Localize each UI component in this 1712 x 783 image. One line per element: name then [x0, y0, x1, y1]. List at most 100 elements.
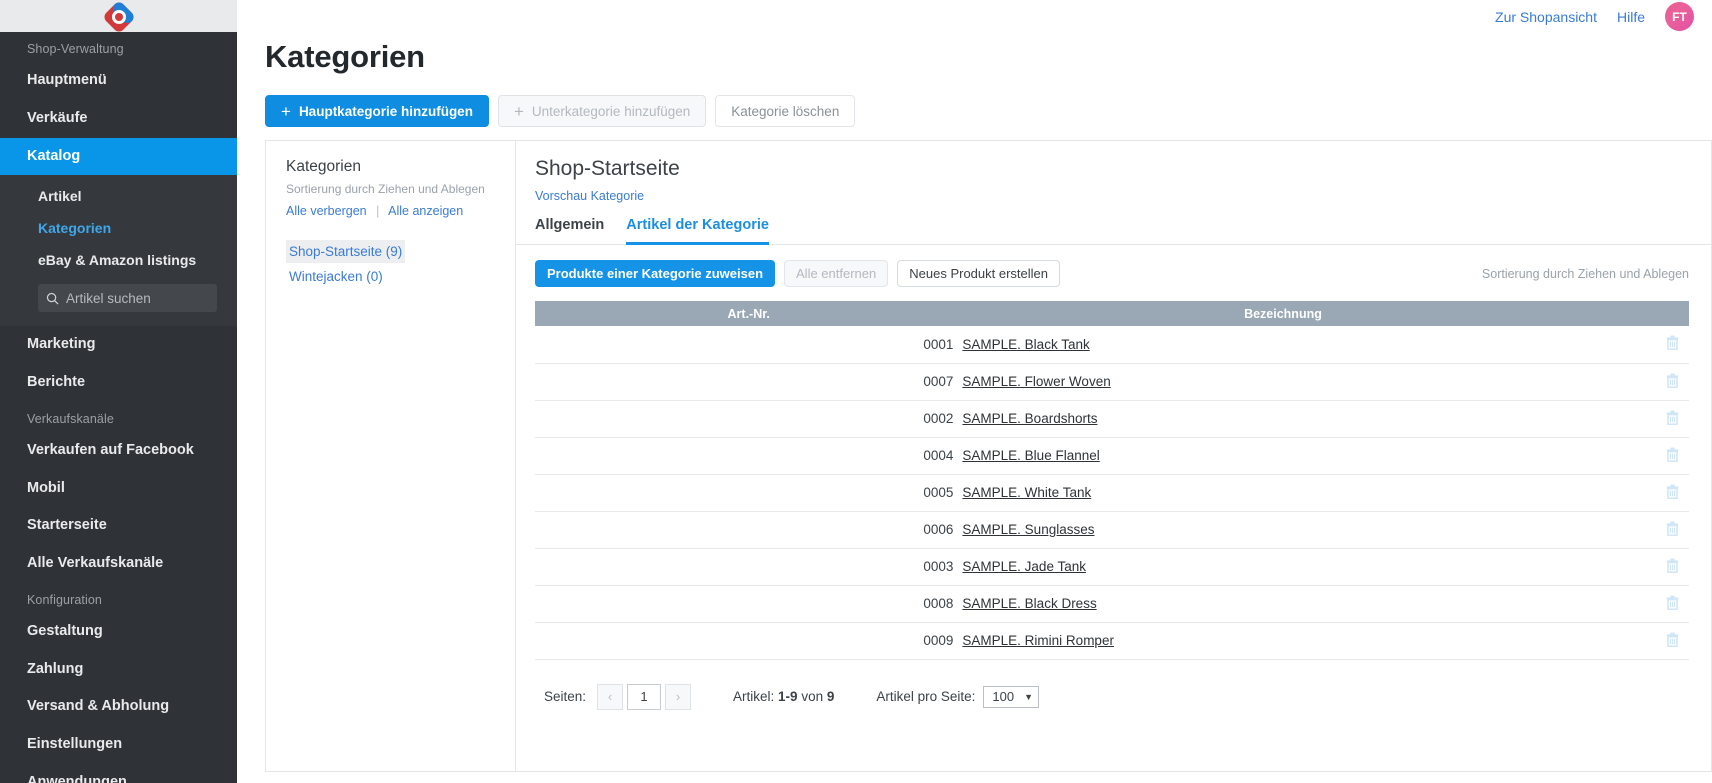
category-node-wintejacken[interactable]: Wintejacken (0) — [286, 265, 386, 288]
trash-icon[interactable] — [1666, 558, 1679, 576]
per-page-select[interactable]: 100 ▼ — [983, 685, 1040, 708]
trash-icon[interactable] — [1666, 484, 1679, 502]
trash-icon[interactable] — [1666, 410, 1679, 428]
cell-bezeichnung: SAMPLE. Jade Tank — [962, 548, 1604, 586]
product-link[interactable]: SAMPLE. Jade Tank — [962, 559, 1086, 574]
add-main-category-label: Hauptkategorie hinzufügen — [298, 103, 473, 119]
trash-icon[interactable] — [1666, 447, 1679, 465]
sidebar-item-katalog[interactable]: Katalog — [0, 137, 237, 176]
current-page-input[interactable]: 1 — [627, 683, 662, 710]
help-link[interactable]: Hilfe — [1617, 9, 1645, 25]
cell-bezeichnung: SAMPLE. Black Dress — [962, 585, 1604, 623]
products-table: Art.-Nr. Bezeichnung 0001 SAMPLE. Black T… — [535, 301, 1689, 660]
product-link[interactable]: SAMPLE. Boardshorts — [962, 411, 1097, 426]
cell-bezeichnung: SAMPLE. Rimini Romper — [962, 622, 1604, 660]
trash-icon[interactable] — [1666, 632, 1679, 650]
sidebar-item-mobil[interactable]: Mobil — [0, 470, 237, 508]
app-root: Shop-Verwaltung Hauptmenü Verkäufe Katal… — [0, 0, 1712, 783]
link-separator: | — [376, 204, 380, 218]
items-info-prefix: Artikel: — [733, 689, 779, 704]
sidebar-item-berichte[interactable]: Berichte — [0, 364, 237, 402]
plus-icon-disabled: + — [513, 101, 524, 121]
trash-icon[interactable] — [1666, 335, 1679, 353]
app-logo[interactable] — [104, 2, 134, 32]
trash-icon[interactable] — [1666, 595, 1679, 613]
cell-artnr: 0008 — [535, 585, 963, 623]
items-info-range: 1-9 — [778, 689, 798, 704]
search-input[interactable] — [66, 290, 209, 306]
cell-bezeichnung: SAMPLE. White Tank — [962, 474, 1604, 512]
next-page-button[interactable]: › — [665, 683, 692, 710]
chevron-down-icon: ▼ — [1024, 691, 1034, 702]
assign-products-button[interactable]: Produkte einer Kategorie zuweisen — [535, 260, 776, 287]
new-product-button[interactable]: Neues Produkt erstellen — [897, 260, 1060, 287]
sidebar-item-verkaeufe[interactable]: Verkäufe — [0, 100, 237, 138]
page-title: Kategorien — [265, 39, 425, 74]
sidebar-item-kategorien[interactable]: Kategorien — [0, 212, 237, 244]
table-row[interactable]: 0001 SAMPLE. Black Tank — [535, 326, 1689, 364]
table-row[interactable]: 0009 SAMPLE. Rimini Romper — [535, 622, 1689, 660]
trash-icon[interactable] — [1666, 373, 1679, 391]
table-row[interactable]: 0006 SAMPLE. Sunglasses — [535, 511, 1689, 549]
sidebar-item-zahlung[interactable]: Zahlung — [0, 651, 237, 689]
product-link[interactable]: SAMPLE. Blue Flannel — [962, 448, 1099, 463]
table-row[interactable]: 0008 SAMPLE. Black Dress — [535, 585, 1689, 623]
product-link[interactable]: SAMPLE. Black Tank — [962, 337, 1089, 352]
show-all-link[interactable]: Alle anzeigen — [388, 204, 463, 218]
sidebar-item-versand-abholung[interactable]: Versand & Abholung — [0, 688, 237, 726]
preview-category-link[interactable]: Vorschau Kategorie — [535, 181, 1711, 203]
table-row[interactable]: 0002 SAMPLE. Boardshorts — [535, 400, 1689, 438]
product-link[interactable]: SAMPLE. Rimini Romper — [962, 633, 1114, 648]
tab-allgemein[interactable]: Allgemein — [535, 217, 604, 245]
sort-hint: Sortierung durch Ziehen und Ablegen — [1481, 266, 1689, 281]
product-link[interactable]: SAMPLE. White Tank — [962, 485, 1091, 500]
sidebar-item-marketing[interactable]: Marketing — [0, 326, 237, 364]
product-link[interactable]: SAMPLE. Flower Woven — [962, 374, 1110, 389]
tab-artikel-der-kategorie[interactable]: Artikel der Kategorie — [626, 217, 769, 245]
sidebar-item-artikel[interactable]: Artikel — [0, 180, 237, 212]
add-main-category-button[interactable]: + Hauptkategorie hinzufügen — [265, 95, 489, 127]
sidebar-item-anwendungen[interactable]: Anwendungen — [0, 764, 237, 783]
cell-bezeichnung: SAMPLE. Boardshorts — [962, 400, 1604, 438]
sidebar-item-gestaltung[interactable]: Gestaltung — [0, 613, 237, 651]
category-panel-subtitle: Sortierung durch Ziehen und Ablegen — [286, 182, 485, 196]
avatar[interactable]: FT — [1665, 2, 1694, 31]
sidebar-item-einstellungen[interactable]: Einstellungen — [0, 726, 237, 764]
cell-artnr: 0007 — [535, 363, 963, 401]
sidebar-item-starterseite[interactable]: Starterseite — [0, 507, 237, 545]
detail-header: Shop-Startseite Vorschau Kategorie — [516, 141, 1711, 203]
cell-artnr: 0006 — [535, 511, 963, 549]
sidebar-item-verkaufen-auf-facebook[interactable]: Verkaufen auf Facebook — [0, 432, 237, 470]
delete-category-button[interactable]: Kategorie löschen — [715, 95, 856, 127]
detail-title: Shop-Startseite — [535, 157, 680, 180]
cell-artnr: 0002 — [535, 400, 963, 438]
sidebar-item-ebay-amazon-listings[interactable]: eBay & Amazon listings — [0, 244, 237, 276]
sidebar-item-alle-verkaufskanaele[interactable]: Alle Verkaufskanäle — [0, 545, 237, 583]
category-panel-links: Alle verbergen | Alle anzeigen — [286, 204, 499, 218]
cell-bezeichnung: SAMPLE. Blue Flannel — [962, 437, 1604, 475]
trash-icon[interactable] — [1666, 521, 1679, 539]
cell-artnr: 0003 — [535, 548, 963, 586]
add-sub-category-button[interactable]: + Unterkategorie hinzufügen — [497, 95, 707, 127]
hide-all-link[interactable]: Alle verbergen — [286, 204, 367, 218]
products-table-head: Art.-Nr. Bezeichnung — [535, 301, 1689, 326]
shop-view-link[interactable]: Zur Shopansicht — [1495, 9, 1597, 25]
sidebar-item-hauptmenue[interactable]: Hauptmenü — [0, 62, 237, 100]
category-node-shop-startseite[interactable]: Shop-Startseite (9) — [286, 240, 406, 263]
plus-icon: + — [281, 101, 291, 121]
sidebar-search-box[interactable] — [38, 284, 217, 313]
table-row[interactable]: 0007 SAMPLE. Flower Woven — [535, 363, 1689, 401]
table-row[interactable]: 0004 SAMPLE. Blue Flannel — [535, 437, 1689, 475]
pagination: Seiten: ‹ 1 › Artikel: 1-9 von 9 Artikel… — [516, 660, 1711, 710]
category-tree: Shop-Startseite (9) Wintejacken (0) — [286, 218, 499, 290]
table-header-row: Art.-Nr. Bezeichnung — [535, 301, 1689, 326]
remove-all-button[interactable]: Alle entfernen — [784, 260, 889, 287]
table-row[interactable]: 0003 SAMPLE. Jade Tank — [535, 548, 1689, 586]
cell-bezeichnung: SAMPLE. Flower Woven — [962, 363, 1604, 401]
items-info-mid: von — [797, 689, 827, 704]
prev-page-button[interactable]: ‹ — [597, 683, 624, 710]
table-row[interactable]: 0005 SAMPLE. White Tank — [535, 474, 1689, 512]
sidebar-subnav-katalog: Artikel Kategorien eBay & Amazon listing… — [0, 175, 237, 327]
product-link[interactable]: SAMPLE. Sunglasses — [962, 522, 1094, 537]
product-link[interactable]: SAMPLE. Black Dress — [962, 596, 1096, 611]
